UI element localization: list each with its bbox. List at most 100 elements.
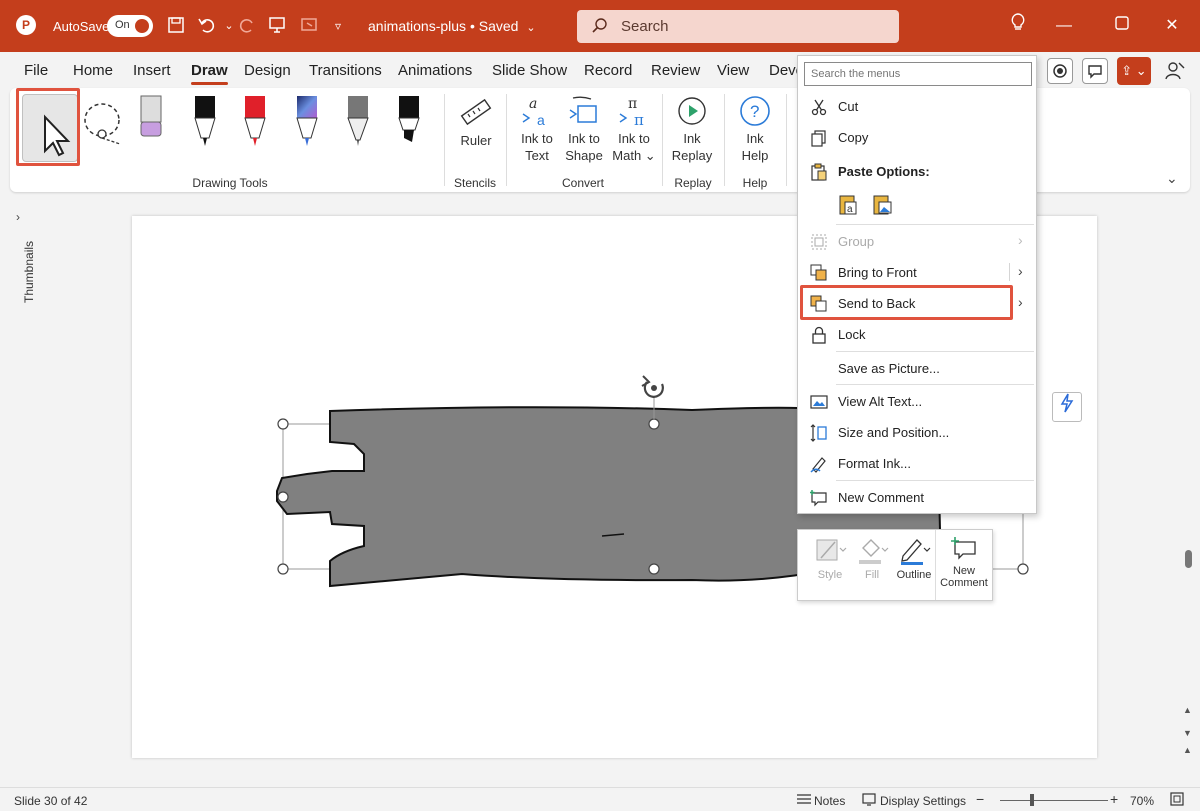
tab-view[interactable]: View (717, 62, 749, 79)
maximize-icon[interactable] (1108, 12, 1136, 40)
zoom-level[interactable]: 70% (1130, 794, 1154, 808)
slideshow-icon[interactable] (298, 15, 320, 37)
menu-item-save-as-picture[interactable]: Save as Picture... (798, 354, 1036, 382)
new-comment-icon (810, 490, 827, 507)
scroll-up-arrow-icon[interactable]: ▲ (1183, 705, 1192, 715)
comments-button[interactable] (1082, 58, 1108, 84)
tab-review[interactable]: Review (651, 62, 700, 79)
scroll-down-arrow-icon[interactable]: ▼ (1183, 728, 1192, 738)
ruler-button[interactable]: Ruler (454, 94, 498, 149)
customize-qat-icon[interactable]: ▿ (327, 15, 349, 37)
chevron-right-icon: › (1018, 232, 1023, 248)
collab-icon[interactable] (1164, 60, 1186, 87)
chevron-right-icon[interactable]: › (1018, 263, 1023, 279)
menu-item-lock[interactable]: Lock (798, 320, 1036, 348)
zoom-slider[interactable] (1000, 800, 1108, 801)
tab-design[interactable]: Design (244, 62, 291, 79)
lasso-select-button[interactable] (80, 94, 128, 159)
zoom-in-button[interactable]: + (1110, 791, 1118, 807)
resize-handle[interactable] (648, 418, 660, 430)
vertical-scrollbar[interactable]: ▲ ▼ ▲ (1183, 200, 1195, 765)
ruler-icon (460, 98, 492, 126)
fit-slide-icon[interactable] (1170, 792, 1184, 809)
pen-galaxy-icon (296, 96, 318, 146)
search-icon (592, 18, 607, 33)
resize-handle[interactable] (277, 491, 289, 503)
slide-counter: Slide 30 of 42 (14, 794, 88, 808)
scroll-up-arrow-icon[interactable]: ▲ (1183, 745, 1192, 755)
close-icon[interactable]: ✕ (1158, 12, 1186, 40)
tab-record[interactable]: Record (584, 62, 632, 79)
thumbnails-label[interactable]: Thumbnails (22, 241, 36, 303)
redo-icon[interactable] (236, 15, 258, 37)
designer-lightning-icon[interactable] (1052, 392, 1082, 422)
menu-search-input[interactable] (804, 62, 1032, 86)
pen-galaxy-button[interactable] (292, 94, 322, 159)
notes-button[interactable]: Notes (814, 794, 845, 808)
rotate-handle-icon[interactable] (641, 375, 664, 398)
menu-item-format-ink[interactable]: Format Ink... (798, 449, 1036, 477)
eraser-icon (140, 95, 162, 137)
collapse-ribbon-icon[interactable]: ⌄ (1166, 170, 1178, 187)
ink-to-math-button[interactable]: ππ Ink to Math ⌄ (610, 94, 658, 164)
alt-text-icon (810, 395, 828, 409)
ink-to-shape-button[interactable]: Ink to Shape (562, 94, 606, 164)
group-icon (811, 234, 827, 250)
tab-draw[interactable]: Draw (191, 62, 228, 85)
ink-replay-button[interactable]: Ink Replay (670, 94, 714, 164)
fill-button[interactable]: Fill (850, 536, 894, 581)
undo-icon[interactable] (196, 15, 218, 37)
record-button[interactable] (1047, 58, 1073, 84)
new-comment-button[interactable]: New Comment (936, 536, 992, 589)
tab-insert[interactable]: Insert (133, 62, 171, 79)
style-icon (816, 539, 847, 561)
zoom-out-button[interactable]: − (976, 791, 984, 807)
resize-handle[interactable] (277, 563, 289, 575)
svg-text:π: π (628, 96, 637, 112)
minimize-icon[interactable]: — (1050, 12, 1078, 40)
select-tool-highlight (16, 88, 80, 166)
resize-handle[interactable] (277, 418, 289, 430)
tab-home[interactable]: Home (73, 62, 113, 79)
toggle-knob (135, 19, 149, 33)
ink-to-text-icon: aa (522, 96, 545, 128)
menu-item-view-alt-text[interactable]: View Alt Text... (798, 387, 1036, 415)
present-icon[interactable] (266, 15, 288, 37)
pen-black-button[interactable] (190, 94, 220, 159)
tab-transitions[interactable]: Transitions (309, 62, 382, 79)
tab-animations[interactable]: Animations (398, 62, 472, 79)
ink-to-text-button[interactable]: aa Ink to Text (516, 94, 558, 164)
ink-help-button[interactable]: ? Ink Help (734, 94, 776, 164)
menu-item-new-comment[interactable]: New Comment (798, 483, 1036, 511)
menu-item-size-and-position[interactable]: Size and Position... (798, 418, 1036, 446)
scrollbar-thumb[interactable] (1185, 550, 1192, 568)
highlighter-button[interactable] (394, 94, 424, 159)
pencil-gray-button[interactable] (343, 94, 373, 159)
paste-as-picture-icon[interactable] (872, 193, 894, 217)
display-settings-button[interactable]: Display Settings (880, 794, 966, 808)
autosave-toggle[interactable]: On (107, 15, 153, 37)
menu-item-cut[interactable]: Cut (798, 92, 1036, 120)
zoom-slider-thumb[interactable] (1030, 794, 1034, 806)
search-box[interactable]: Search (577, 10, 899, 43)
expand-thumbnails-icon[interactable]: › (16, 210, 20, 224)
menu-item-bring-to-front[interactable]: Bring to Front › (798, 258, 1036, 286)
resize-handle[interactable] (648, 563, 660, 575)
lasso-icon (84, 103, 121, 145)
share-button[interactable]: ⇪ ⌄ (1117, 57, 1151, 85)
eraser-button[interactable] (136, 94, 166, 159)
chevron-right-icon[interactable]: › (1018, 294, 1023, 310)
resize-handle[interactable] (1017, 563, 1029, 575)
menu-item-copy[interactable]: Copy (798, 123, 1036, 151)
save-icon[interactable] (165, 15, 187, 37)
lightbulb-icon[interactable] (1004, 12, 1032, 40)
tab-file[interactable]: File (24, 62, 48, 79)
outline-button[interactable]: Outline (892, 536, 936, 581)
pen-red-button[interactable] (240, 94, 270, 159)
svg-text:a: a (529, 96, 537, 112)
send-to-back-highlight (800, 285, 1013, 320)
style-button[interactable]: Style (808, 536, 852, 581)
document-title[interactable]: animations-plus • Saved ⌄ (368, 18, 536, 34)
paste-keep-text-icon[interactable]: a (838, 193, 860, 217)
tab-slide-show[interactable]: Slide Show (492, 62, 567, 79)
